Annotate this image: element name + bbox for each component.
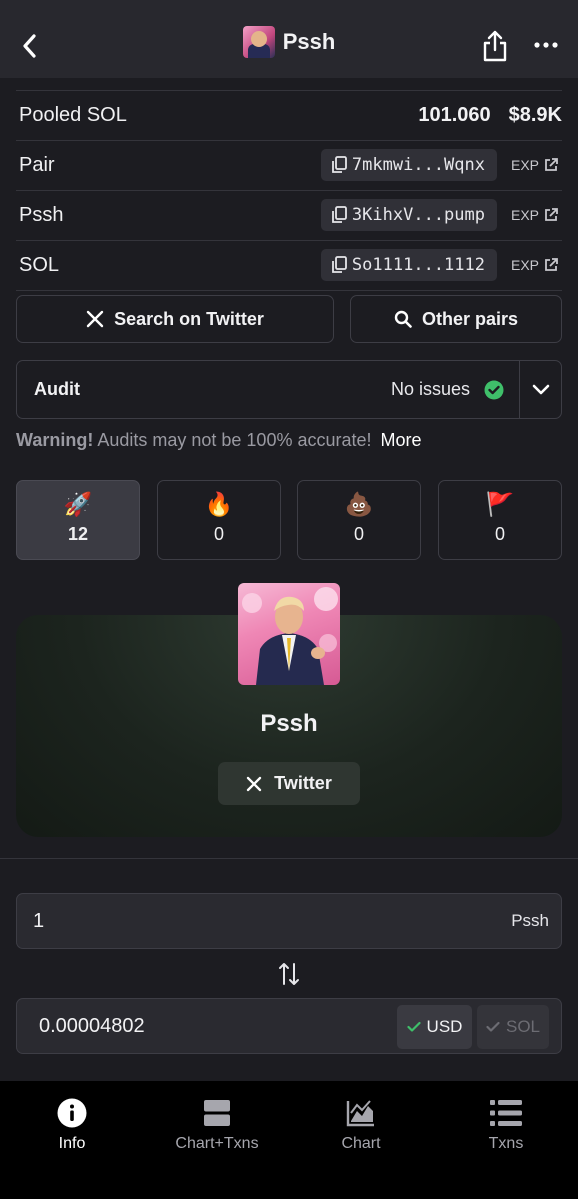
page-title: Pssh [282, 29, 336, 54]
token-unit-label: Pssh [511, 911, 549, 930]
token-address: 3KihxV...pump [351, 205, 485, 225]
copy-icon [332, 256, 347, 273]
nav-chart-txns-label: Chart+Txns [175, 1135, 259, 1152]
fire-icon: 🔥 [204, 491, 234, 517]
swap-direction-button[interactable] [274, 958, 304, 990]
exp-label: EXP [510, 257, 539, 273]
check-circle-icon [484, 380, 504, 400]
sol-address: So1111...1112 [351, 255, 485, 275]
nav-chart-txns[interactable]: Chart+Txns [157, 1097, 277, 1153]
token-avatar [242, 26, 275, 58]
token-address-copy[interactable]: 3KihxV...pump [320, 199, 497, 231]
quote-amount-field[interactable]: USD SOL [16, 998, 562, 1054]
token-explorer-link[interactable]: EXP [511, 207, 558, 223]
nav-chart-label: Chart [341, 1135, 381, 1152]
pair-label: Pair [19, 154, 55, 176]
token-row: Pssh 3KihxV...pump EXP [16, 191, 562, 241]
x-logo-icon [247, 776, 262, 791]
twitter-link-button[interactable]: Twitter [218, 762, 360, 805]
usd-label: USD [426, 1017, 463, 1036]
exp-label: EXP [510, 207, 539, 223]
sol-label: SOL [505, 1017, 541, 1036]
chart-txns-icon [204, 1100, 230, 1126]
audit-status: No issues [391, 379, 471, 399]
token-portrait-icon [242, 587, 338, 685]
external-link-icon [545, 158, 558, 171]
pooled-sol-row: Pooled SOL 101.060 $8.9K [16, 91, 562, 141]
swap-vertical-icon [279, 963, 299, 985]
chart-icon [346, 1100, 374, 1127]
search-twitter-label: Search on Twitter [114, 308, 264, 329]
audit-expand-button[interactable] [520, 361, 562, 418]
share-button[interactable] [480, 28, 510, 64]
poop-icon: 💩 [344, 491, 374, 517]
external-link-icon [545, 258, 558, 271]
more-icon [534, 42, 558, 48]
usd-toggle[interactable]: USD [397, 1005, 472, 1049]
external-link-icon [545, 208, 558, 221]
sol-label: SOL [19, 254, 60, 276]
sol-address-copy[interactable]: So1111...1112 [320, 249, 497, 281]
warning-prefix: Warning! [16, 430, 94, 450]
pair-row: Pair 7mkmwi...Wqnx EXP [16, 141, 562, 191]
bottom-navigation: Info Chart+Txns Chart Txns [0, 1081, 578, 1199]
search-twitter-button[interactable]: Search on Twitter [16, 295, 334, 343]
pooled-sol-amount: 101.060 [418, 104, 491, 126]
more-options-button[interactable] [530, 32, 562, 58]
nav-chart[interactable]: Chart [301, 1097, 421, 1153]
pair-address-copy[interactable]: 7mkmwi...Wqnx [320, 149, 497, 181]
reaction-rocket[interactable]: 🚀 12 [16, 480, 140, 560]
other-pairs-button[interactable]: Other pairs [350, 295, 562, 343]
pooled-sol-label: Pooled SOL [19, 104, 127, 126]
x-logo-icon [86, 310, 104, 328]
top-bar: Pssh [0, 0, 578, 78]
token-label: Pssh [19, 204, 64, 226]
reaction-flag[interactable]: 🚩 0 [438, 480, 562, 560]
nav-txns-label: Txns [488, 1135, 524, 1152]
reaction-count: 0 [213, 524, 224, 544]
token-name: Pssh [260, 710, 318, 737]
divider [0, 858, 578, 859]
quote-amount-input[interactable] [39, 999, 379, 1053]
copy-icon [332, 156, 347, 173]
list-icon [490, 1100, 522, 1126]
pooled-usd-value: $8.9K [508, 104, 562, 126]
audit-panel[interactable]: Audit No issues [16, 360, 562, 419]
audit-warning: Warning! Audits may not be 100% accurate… [16, 430, 422, 451]
reaction-fire[interactable]: 🔥 0 [157, 480, 281, 560]
pair-address: 7mkmwi...Wqnx [351, 155, 485, 175]
nav-txns[interactable]: Txns [446, 1097, 566, 1153]
info-icon [57, 1098, 87, 1128]
warning-text: Audits may not be 100% accurate! [93, 430, 372, 450]
check-icon [486, 1021, 500, 1032]
sol-explorer-link[interactable]: EXP [511, 257, 558, 273]
copy-icon [332, 206, 347, 223]
warning-more-link[interactable]: More [381, 430, 422, 450]
rocket-icon: 🚀 [63, 491, 93, 517]
reaction-count: 0 [353, 524, 364, 544]
reaction-count: 12 [67, 524, 89, 544]
token-amount-input[interactable] [33, 894, 393, 948]
search-icon [394, 310, 412, 328]
exp-label: EXP [510, 157, 539, 173]
other-pairs-label: Other pairs [421, 308, 519, 329]
share-icon [483, 30, 507, 62]
reaction-count: 0 [494, 524, 505, 544]
pair-explorer-link[interactable]: EXP [511, 157, 558, 173]
sol-toggle[interactable]: SOL [477, 1005, 549, 1049]
red-flag-icon: 🚩 [485, 491, 515, 517]
nav-info[interactable]: Info [12, 1097, 132, 1153]
audit-label: Audit [34, 379, 80, 399]
reaction-poop[interactable]: 💩 0 [297, 480, 421, 560]
twitter-label: Twitter [274, 773, 332, 793]
chevron-down-icon [532, 384, 550, 394]
token-image [238, 583, 340, 685]
nav-info-label: Info [58, 1135, 86, 1152]
token-amount-field[interactable]: Pssh [16, 893, 562, 949]
sol-row: SOL So1111...1112 EXP [16, 241, 562, 291]
check-icon [406, 1021, 421, 1032]
